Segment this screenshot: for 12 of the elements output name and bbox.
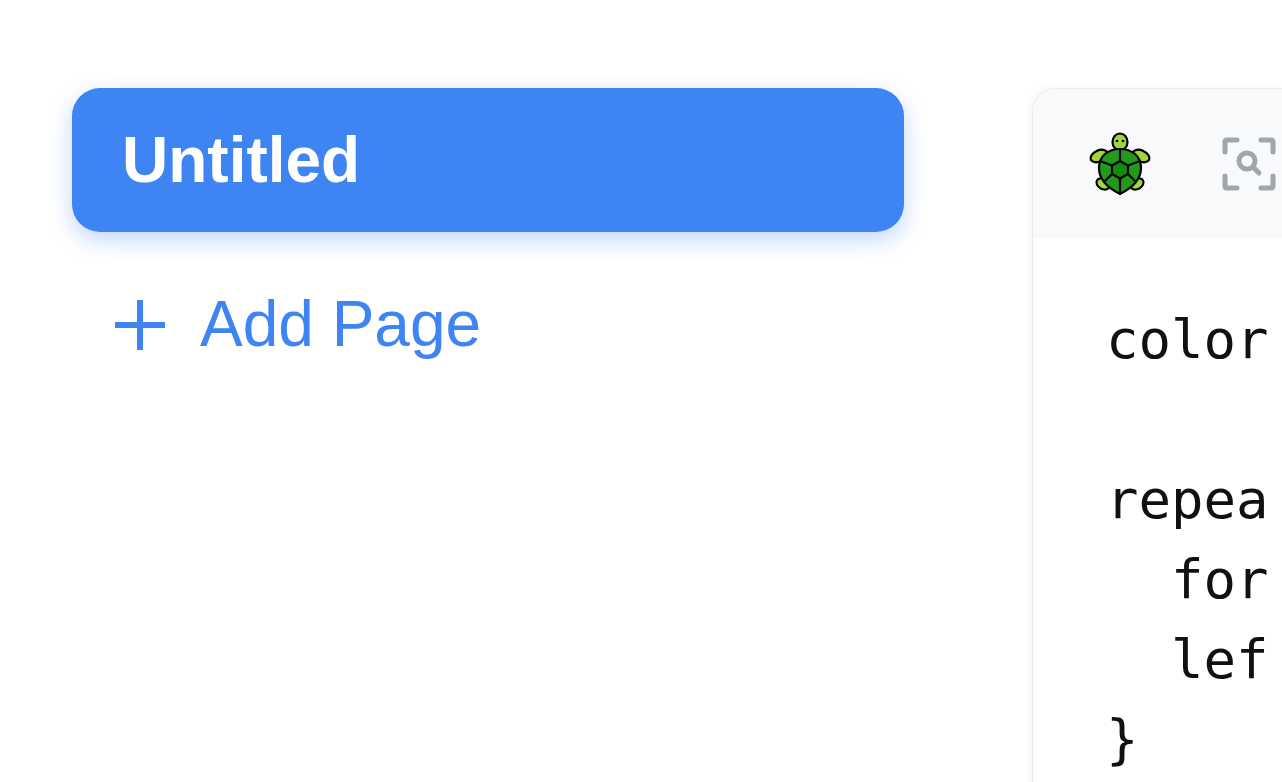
turtle-icon xyxy=(1088,131,1152,196)
code-line: color xyxy=(1106,307,1269,373)
code-line: } xyxy=(1106,707,1139,773)
code-line: lef xyxy=(1171,627,1269,693)
zoom-to-fit-button[interactable] xyxy=(1222,136,1276,191)
page-item[interactable]: Untitled xyxy=(72,88,904,232)
search-frame-icon xyxy=(1222,136,1276,191)
code-editor[interactable]: color repea for lef } xyxy=(1033,238,1282,780)
plus-icon xyxy=(115,299,165,350)
code-line: for xyxy=(1171,547,1269,613)
add-page-button[interactable]: Add Page xyxy=(115,288,482,362)
code-line: repea xyxy=(1106,467,1269,533)
